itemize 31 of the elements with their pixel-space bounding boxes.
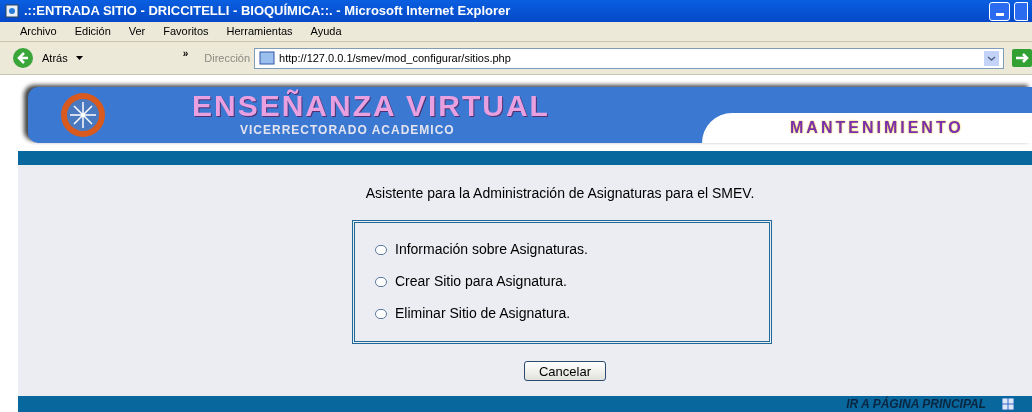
back-button[interactable]: Atrás [4, 45, 91, 71]
maximize-button[interactable] [1014, 1, 1028, 21]
section-title: MANTENIMIENTO [790, 118, 964, 138]
radio-button[interactable] [375, 308, 387, 319]
radio-option[interactable]: Eliminar Sitio de Asignatura. [375, 303, 769, 324]
banner-subtitle: VICERRECTORADO ACADEMICO [240, 122, 455, 139]
radio-option[interactable]: Crear Sitio para Asignatura. [375, 271, 769, 292]
radio-button[interactable] [375, 276, 387, 287]
dropdown-caret-icon[interactable] [984, 50, 999, 66]
cancel-button[interactable]: Cancelar [524, 361, 606, 381]
window-icon [1002, 398, 1014, 410]
heading: Asistente para la Administración de Asignaturas para el SMEV. [365, 184, 755, 203]
banner-title: ENSEÑANZA VIRTUAL [192, 91, 550, 121]
menu-item[interactable]: Herramientas [226, 23, 293, 40]
menu-item[interactable]: Favoritos [163, 23, 209, 40]
minimize-button[interactable] [989, 1, 1010, 21]
toolbar-overflow[interactable]: » [182, 46, 189, 61]
address-field[interactable]: http://127.0.0.1/smev/mod_configurar/sitios.php [254, 47, 1004, 69]
radio-button[interactable] [375, 244, 387, 255]
window-title: .::ENTRADA SITIO - DRICCITELLI - BIOQUÍMICA::. - Microsoft Internet Explorer [24, 2, 512, 21]
radio-option[interactable]: Información sobre Asignaturas. [375, 239, 769, 260]
page-icon [259, 51, 276, 65]
browser-page-icon [4, 3, 20, 19]
menu-item[interactable]: Ayuda [310, 23, 342, 40]
address-label: Dirección [204, 50, 251, 66]
menu-item[interactable]: Archivo [20, 23, 57, 40]
seal-logo-icon [60, 92, 106, 138]
go-arrow-icon[interactable] [1012, 49, 1032, 67]
menu-item[interactable]: Ver [128, 23, 146, 40]
menu-item[interactable]: Edición [74, 23, 111, 40]
dropdown-caret-icon [75, 56, 83, 60]
